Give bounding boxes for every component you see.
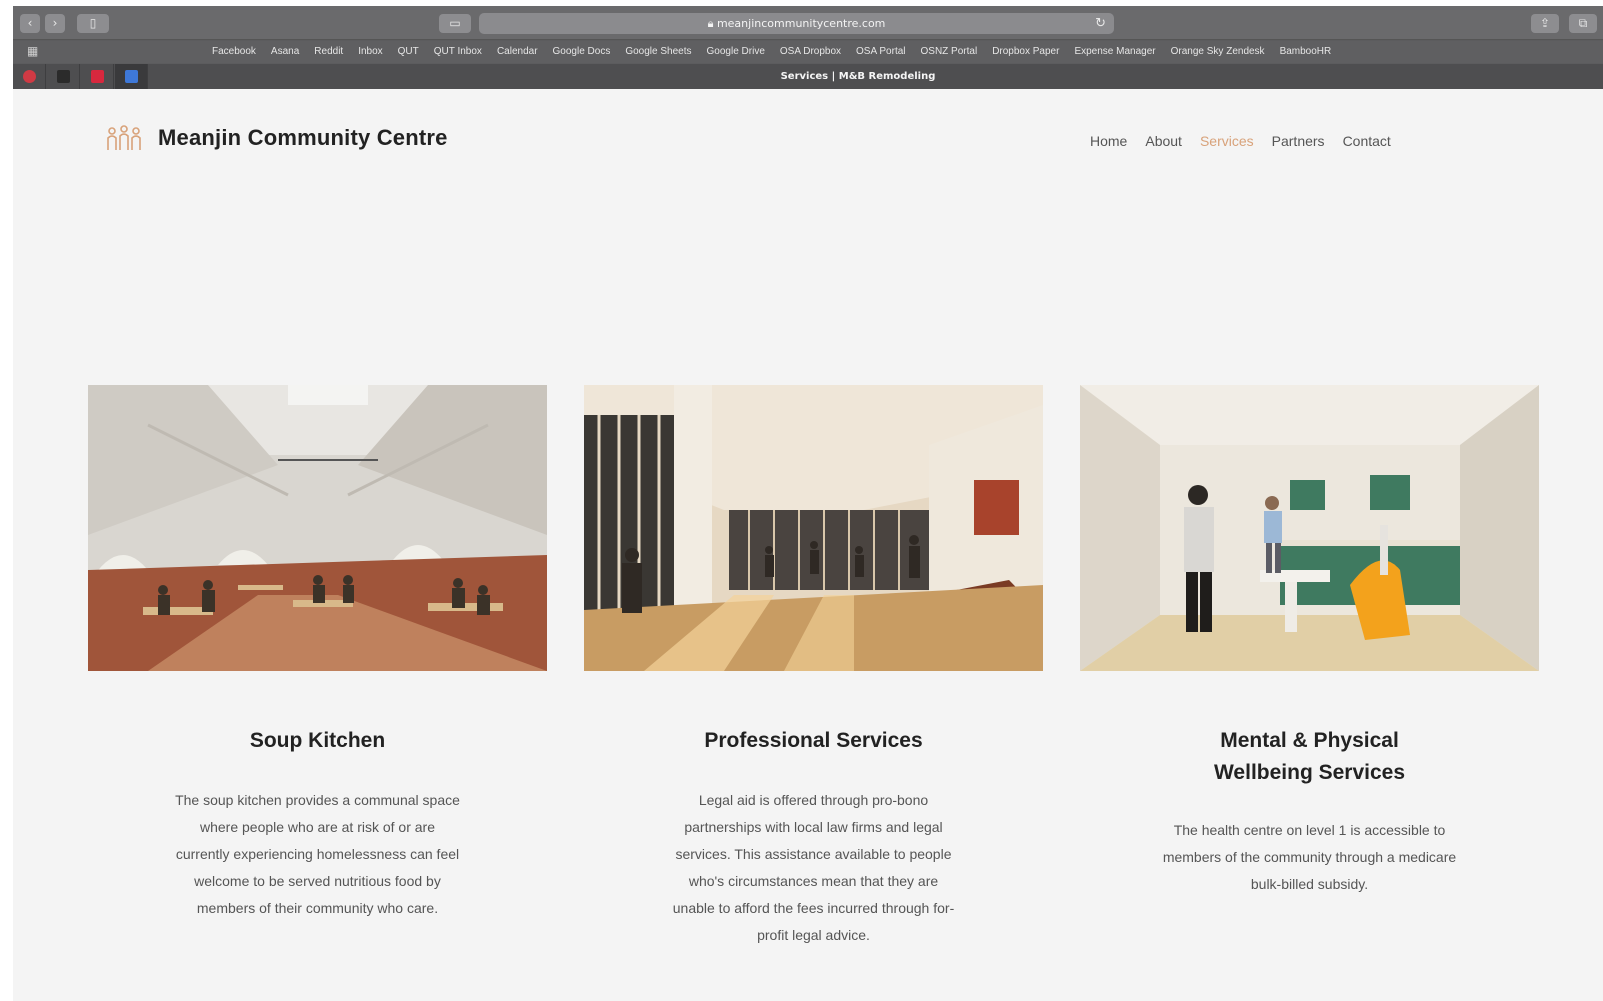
brand-link[interactable]: Meanjin Community Centre bbox=[106, 125, 448, 151]
card-text: Legal aid is offered through pro-bono pa… bbox=[672, 792, 955, 943]
pinned-tab-4[interactable] bbox=[115, 64, 148, 89]
browser-window-chrome: ‹ › ▯ ▭ 🔒︎ meanjincommunitycentre.com ↻ … bbox=[13, 6, 1603, 89]
bookmark-dropbox-paper[interactable]: Dropbox Paper bbox=[992, 41, 1059, 63]
new-tab-button[interactable]: ⧉ bbox=[1569, 14, 1597, 33]
reload-icon[interactable]: ↻ bbox=[1095, 13, 1106, 34]
bookmark-expense-manager[interactable]: Expense Manager bbox=[1074, 41, 1155, 63]
card-title: Mental & Physical Wellbeing Services bbox=[1213, 729, 1406, 784]
nav-partners[interactable]: Partners bbox=[1272, 133, 1325, 149]
browser-toolbar: ‹ › ▯ ▭ 🔒︎ meanjincommunitycentre.com ↻ … bbox=[13, 6, 1603, 40]
service-card-professional-services: Professional Services Legal aid is offer… bbox=[584, 385, 1043, 949]
address-text: 🔒︎ meanjincommunitycentre.com bbox=[479, 13, 1114, 34]
pinned-favicon-icon bbox=[22, 70, 36, 83]
calendar-icon bbox=[124, 70, 138, 83]
pinned-tab-1[interactable] bbox=[13, 64, 46, 89]
tab-overview-icon: ▭ bbox=[449, 16, 461, 30]
bookmark-osa-dropbox[interactable]: OSA Dropbox bbox=[780, 41, 841, 63]
bookmark-list: Facebook Asana Reddit Inbox QUT QUT Inbo… bbox=[212, 41, 1331, 63]
nav-services[interactable]: Services bbox=[1200, 133, 1254, 149]
bookmark-osa-portal[interactable]: OSA Portal bbox=[856, 41, 905, 63]
sidebar-toggle-button[interactable]: ▯ bbox=[77, 14, 109, 33]
bookmark-facebook[interactable]: Facebook bbox=[212, 41, 256, 63]
bookmark-google-sheets[interactable]: Google Sheets bbox=[625, 41, 691, 63]
nav-contact[interactable]: Contact bbox=[1343, 133, 1391, 149]
service-card-wellbeing-services: Mental & Physical Wellbeing Services The… bbox=[1080, 385, 1539, 898]
bookmark-inbox[interactable]: Inbox bbox=[358, 41, 382, 63]
bookmark-asana[interactable]: Asana bbox=[271, 41, 299, 63]
pinned-favicon-icon bbox=[56, 70, 70, 83]
chevron-right-icon: › bbox=[52, 16, 58, 30]
web-page: Meanjin Community Centre Home About Serv… bbox=[13, 89, 1603, 1001]
bookmark-osnz-portal[interactable]: OSNZ Portal bbox=[921, 41, 978, 63]
mail-icon bbox=[90, 70, 104, 83]
bookmark-google-drive[interactable]: Google Drive bbox=[707, 41, 765, 63]
bookmark-qut-inbox[interactable]: QUT Inbox bbox=[434, 41, 482, 63]
card-text: The soup kitchen provides a communal spa… bbox=[175, 792, 460, 916]
url-text: meanjincommunitycentre.com bbox=[716, 17, 886, 30]
card-title: Professional Services bbox=[704, 729, 923, 752]
main-nav: Home About Services Partners Contact bbox=[1090, 133, 1391, 149]
active-tab-title[interactable]: Services | M&B Remodeling bbox=[153, 64, 1563, 89]
pinned-tab-2[interactable] bbox=[47, 64, 80, 89]
bookmark-calendar[interactable]: Calendar bbox=[497, 41, 538, 63]
bookmark-qut[interactable]: QUT bbox=[398, 41, 419, 63]
share-button[interactable]: ⇪ bbox=[1531, 14, 1559, 33]
bookmarks-bar: ▦ Facebook Asana Reddit Inbox QUT QUT In… bbox=[13, 41, 1603, 63]
card-title: Soup Kitchen bbox=[249, 729, 386, 752]
card-text: The health centre on level 1 is accessib… bbox=[1162, 822, 1457, 892]
lock-icon: 🔒︎ bbox=[707, 17, 714, 30]
sidebar-icon: ▯ bbox=[89, 16, 97, 30]
tab-bar: Services | M&B Remodeling bbox=[13, 64, 1603, 89]
new-tab-icon: ⧉ bbox=[1578, 16, 1588, 30]
soup-kitchen-image bbox=[88, 385, 547, 671]
bookmark-orange-sky-zendesk[interactable]: Orange Sky Zendesk bbox=[1171, 41, 1265, 63]
address-bar[interactable]: 🔒︎ meanjincommunitycentre.com ↻ bbox=[479, 13, 1114, 34]
wellbeing-services-image bbox=[1080, 385, 1539, 671]
pinned-tab-3[interactable] bbox=[81, 64, 114, 89]
tab-overview-button[interactable]: ▭ bbox=[439, 14, 471, 33]
brand-name: Meanjin Community Centre bbox=[158, 125, 448, 150]
share-icon: ⇪ bbox=[1539, 16, 1551, 30]
service-card-soup-kitchen: Soup Kitchen The soup kitchen provides a… bbox=[88, 385, 547, 922]
bookmark-google-docs[interactable]: Google Docs bbox=[553, 41, 611, 63]
nav-home[interactable]: Home bbox=[1090, 133, 1127, 149]
bookmark-bamboohr[interactable]: BambooHR bbox=[1280, 41, 1332, 63]
grid-icon[interactable]: ▦ bbox=[27, 44, 38, 58]
professional-services-image bbox=[584, 385, 1043, 671]
chevron-left-icon: ‹ bbox=[27, 16, 33, 30]
bookmark-reddit[interactable]: Reddit bbox=[314, 41, 343, 63]
forward-button[interactable]: › bbox=[45, 14, 65, 33]
nav-about[interactable]: About bbox=[1145, 133, 1182, 149]
back-button[interactable]: ‹ bbox=[20, 14, 40, 33]
people-icon bbox=[107, 125, 141, 150]
